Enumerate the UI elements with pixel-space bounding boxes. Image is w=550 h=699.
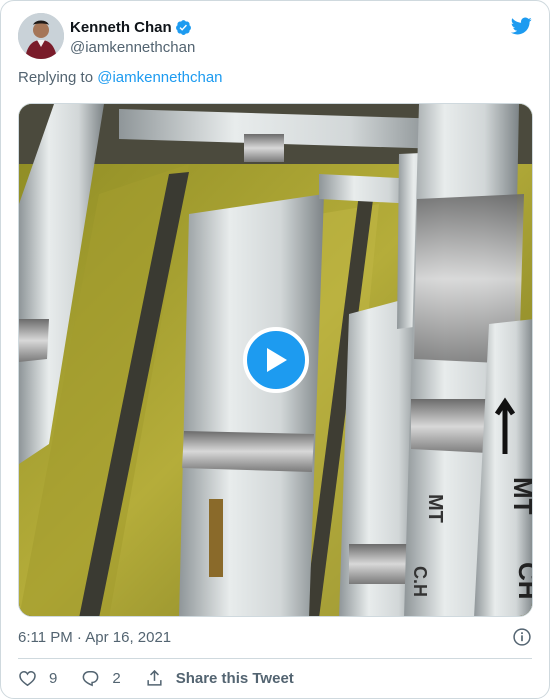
play-icon <box>266 348 287 372</box>
svg-text:C.H: C.H <box>410 566 430 597</box>
tweet-header: Kenneth Chan @iamkennethchan <box>18 13 532 61</box>
tweet-timestamp[interactable]: 6:11 PM · Apr 16, 2021 <box>18 629 171 646</box>
twitter-bird-icon[interactable] <box>510 15 532 37</box>
share-label: Share this Tweet <box>175 669 294 687</box>
like-count: 9 <box>49 669 58 687</box>
svg-text:CH: CH <box>513 562 533 600</box>
divider <box>18 658 532 659</box>
reply-button[interactable]: 2 <box>81 669 121 688</box>
svg-text:MT: MT <box>508 477 533 515</box>
reply-context: Replying to @iamkennethchan <box>18 69 223 86</box>
reply-mention-link[interactable]: @iamkennethchan <box>97 69 222 86</box>
verified-badge-icon <box>175 19 191 35</box>
author-name[interactable]: Kenneth Chan <box>70 19 172 36</box>
svg-text:MT: MT <box>424 494 446 523</box>
play-button[interactable] <box>242 327 309 393</box>
reply-prefix: Replying to <box>18 69 98 86</box>
reply-count: 2 <box>112 669 121 687</box>
heart-icon <box>19 670 36 686</box>
like-button[interactable]: 9 <box>18 669 57 688</box>
avatar[interactable] <box>18 13 64 59</box>
share-button[interactable]: Share this Tweet <box>145 669 294 688</box>
author-handle[interactable]: @iamkennethchan <box>70 39 195 56</box>
share-icon <box>147 669 162 686</box>
info-icon[interactable] <box>512 627 532 647</box>
video-player[interactable]: MT CH MT C.H <box>18 103 533 617</box>
action-bar: 9 2 Share this Tweet <box>18 667 318 689</box>
author-block: Kenneth Chan @iamkennethchan <box>70 17 195 57</box>
tweet-card: Kenneth Chan @iamkennethchan Replying to… <box>0 0 550 699</box>
reply-bubble-icon <box>82 670 99 686</box>
